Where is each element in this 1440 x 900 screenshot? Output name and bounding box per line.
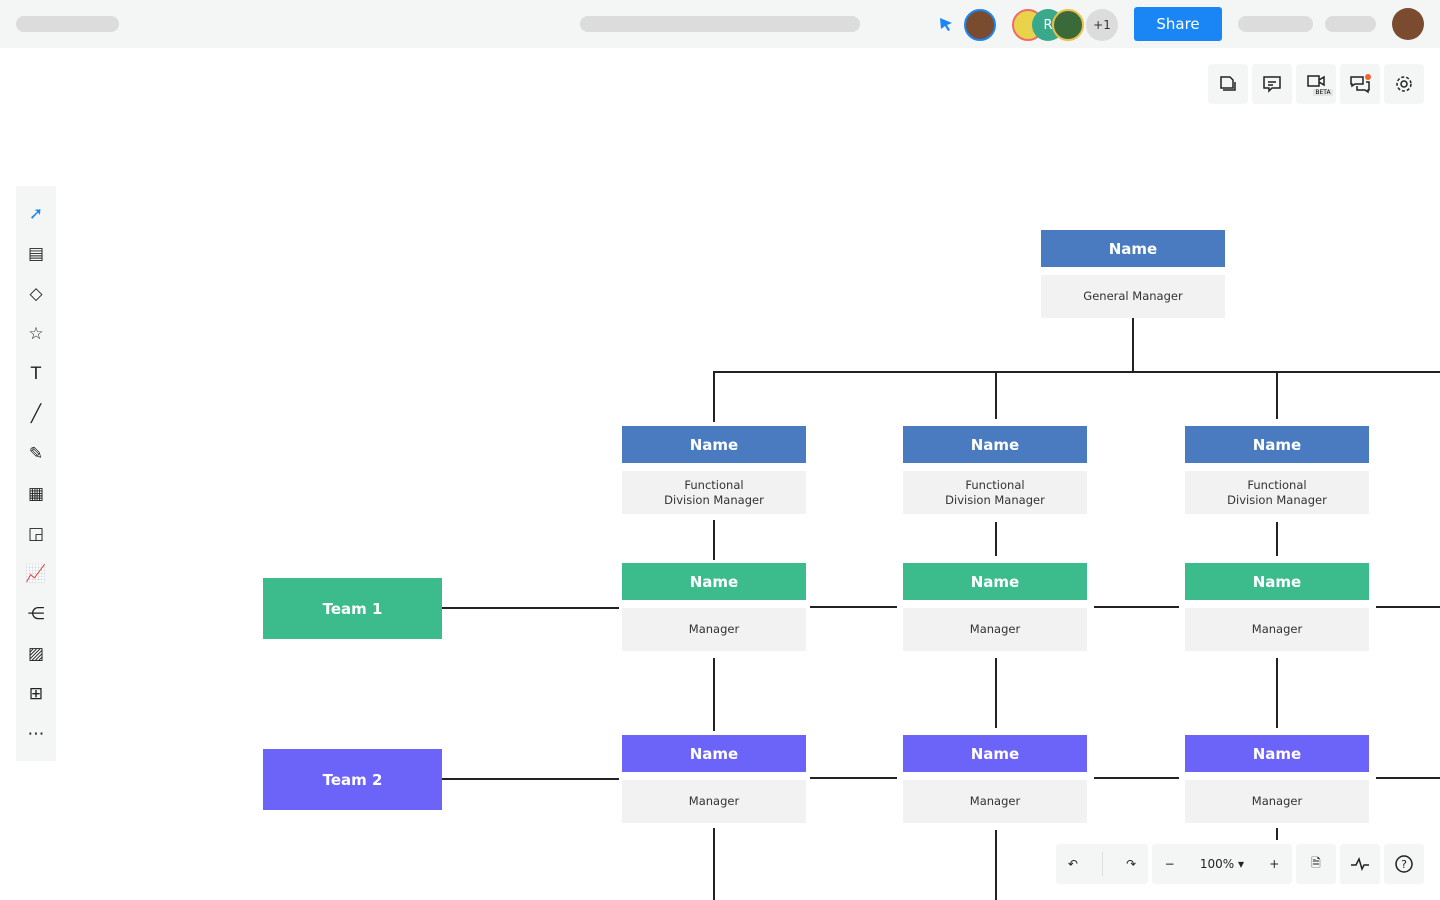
zoom-out-button[interactable]: − bbox=[1165, 857, 1175, 871]
node-role: Functional Division Manager bbox=[1185, 471, 1369, 514]
org-node-general-manager[interactable]: Name General Manager bbox=[1041, 230, 1225, 318]
node-name: Name bbox=[622, 426, 806, 463]
org-node-team1-manager[interactable]: Name Manager bbox=[1185, 563, 1369, 651]
help-button[interactable]: ? bbox=[1384, 844, 1424, 884]
node-name: Name bbox=[903, 735, 1087, 772]
node-role: General Manager bbox=[1041, 275, 1225, 318]
org-node-team2-manager[interactable]: Name Manager bbox=[1185, 735, 1369, 823]
node-role: Functional Division Manager bbox=[622, 471, 806, 514]
node-role: Manager bbox=[1185, 780, 1369, 823]
node-name: Name bbox=[622, 563, 806, 600]
org-node-team2-manager[interactable]: Name Manager bbox=[903, 735, 1087, 823]
divider bbox=[1101, 852, 1103, 876]
help-icon: ? bbox=[1395, 855, 1413, 873]
node-role: Manager bbox=[903, 780, 1087, 823]
history-icon: 🗎 bbox=[1311, 855, 1321, 870]
team-1-label[interactable]: Team 1 bbox=[263, 578, 442, 639]
org-node-division-manager[interactable]: Name Functional Division Manager bbox=[903, 426, 1087, 514]
org-node-team1-manager[interactable]: Name Manager bbox=[622, 563, 806, 651]
activity-icon bbox=[1351, 857, 1369, 871]
org-node-division-manager[interactable]: Name Functional Division Manager bbox=[1185, 426, 1369, 514]
node-name: Name bbox=[1185, 735, 1369, 772]
node-role: Manager bbox=[622, 780, 806, 823]
svg-text:?: ? bbox=[1401, 858, 1407, 871]
undo-button[interactable]: ↶ bbox=[1068, 857, 1078, 871]
node-role: Manager bbox=[1185, 608, 1369, 651]
node-name: Name bbox=[903, 563, 1087, 600]
node-name: Name bbox=[622, 735, 806, 772]
zoom-group: − 100% ▾ + bbox=[1152, 844, 1292, 884]
org-node-division-manager[interactable]: Name Functional Division Manager bbox=[622, 426, 806, 514]
redo-button[interactable]: ↷ bbox=[1126, 857, 1136, 871]
node-role: Functional Division Manager bbox=[903, 471, 1087, 514]
org-node-team2-manager[interactable]: Name Manager bbox=[622, 735, 806, 823]
history-button[interactable]: 🗎 bbox=[1296, 844, 1336, 884]
team-2-label[interactable]: Team 2 bbox=[263, 749, 442, 810]
zoom-level-dropdown[interactable]: 100% ▾ bbox=[1200, 857, 1244, 871]
node-name: Name bbox=[1185, 563, 1369, 600]
node-name: Name bbox=[903, 426, 1087, 463]
node-role: Manager bbox=[903, 608, 1087, 651]
node-name: Name bbox=[1041, 230, 1225, 267]
undo-redo-group: ↶ ↷ bbox=[1056, 844, 1148, 884]
activity-button[interactable] bbox=[1340, 844, 1380, 884]
node-role: Manager bbox=[622, 608, 806, 651]
node-name: Name bbox=[1185, 426, 1369, 463]
org-node-team1-manager[interactable]: Name Manager bbox=[903, 563, 1087, 651]
zoom-in-button[interactable]: + bbox=[1269, 857, 1279, 871]
